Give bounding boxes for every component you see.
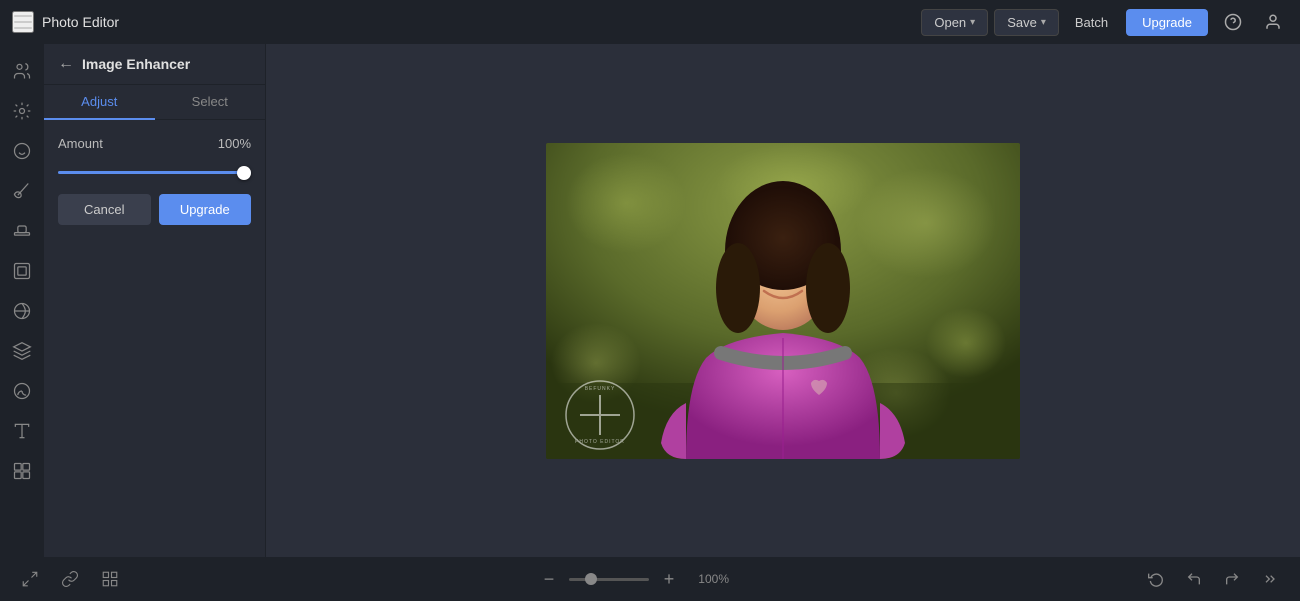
sidebar-icon-effects[interactable] xyxy=(5,94,39,128)
bottombar-left xyxy=(16,565,124,593)
sidebar-icon-more[interactable] xyxy=(5,454,39,488)
amount-label: Amount xyxy=(58,136,103,151)
link-icon[interactable] xyxy=(56,565,84,593)
canvas-image-wrapper: BEFUNKY PHOTO EDITOR xyxy=(546,143,1020,459)
topbar-left: Photo Editor xyxy=(12,11,913,33)
panel-title: Image Enhancer xyxy=(82,56,190,72)
panel-body: Amount 100% Cancel Upgrade xyxy=(44,120,265,557)
sidebar-icon-text[interactable] xyxy=(5,414,39,448)
sidebar-icon-frames[interactable] xyxy=(5,254,39,288)
open-button[interactable]: Open ▾ xyxy=(921,9,988,36)
topbar-center: Open ▾ Save ▾ Batch xyxy=(921,9,1118,36)
zoom-out-button[interactable]: − xyxy=(537,567,561,591)
sidebar-icon-people[interactable] xyxy=(5,54,39,88)
svg-text:PHOTO EDITOR: PHOTO EDITOR xyxy=(575,439,625,445)
open-chevron-icon: ▾ xyxy=(970,17,975,28)
amount-slider[interactable] xyxy=(58,171,251,174)
canvas-image: BEFUNKY PHOTO EDITOR xyxy=(546,143,1020,459)
menu-button[interactable] xyxy=(12,11,34,33)
icon-sidebar xyxy=(0,44,44,557)
panel-header: ← Image Enhancer xyxy=(44,44,265,85)
grid-icon[interactable] xyxy=(96,565,124,593)
user-button[interactable] xyxy=(1258,7,1288,37)
zoom-in-button[interactable]: + xyxy=(657,567,681,591)
sidebar-icon-stickers[interactable] xyxy=(5,374,39,408)
help-button[interactable] xyxy=(1218,7,1248,37)
sidebar-icon-overlays[interactable] xyxy=(5,294,39,328)
topbar-right: Upgrade xyxy=(1126,7,1288,37)
batch-button[interactable]: Batch xyxy=(1065,10,1118,35)
topbar: Photo Editor Open ▾ Save ▾ Batch Upgrade xyxy=(0,0,1300,44)
bottombar-center: − + 100% xyxy=(537,567,729,591)
save-chevron-icon: ▾ xyxy=(1041,17,1046,28)
forward-button[interactable] xyxy=(1256,565,1284,593)
panel-tabs: Adjust Select xyxy=(44,85,265,120)
bottombar: − + 100% xyxy=(0,557,1300,601)
canvas-area: BEFUNKY PHOTO EDITOR xyxy=(266,44,1300,557)
amount-value: 100% xyxy=(218,136,251,151)
zoom-slider[interactable] xyxy=(569,578,649,581)
tab-adjust[interactable]: Adjust xyxy=(44,85,155,120)
cancel-button[interactable]: Cancel xyxy=(58,194,151,225)
main-area: ← Image Enhancer Adjust Select Amount 10… xyxy=(0,44,1300,557)
refresh-button[interactable] xyxy=(1142,565,1170,593)
back-button[interactable]: ← xyxy=(58,56,74,72)
save-button[interactable]: Save ▾ xyxy=(994,9,1059,36)
app-title: Photo Editor xyxy=(42,14,119,30)
amount-row: Amount 100% xyxy=(58,136,251,151)
zoom-value: 100% xyxy=(689,572,729,586)
panel-actions: Cancel Upgrade xyxy=(58,194,251,225)
upgrade-button[interactable]: Upgrade xyxy=(1126,9,1208,36)
sidebar-icon-stamp[interactable] xyxy=(5,214,39,248)
redo-button[interactable] xyxy=(1218,565,1246,593)
fullscreen-icon[interactable] xyxy=(16,565,44,593)
tab-select[interactable]: Select xyxy=(155,85,266,120)
svg-text:BEFUNKY: BEFUNKY xyxy=(585,386,616,392)
panel: ← Image Enhancer Adjust Select Amount 10… xyxy=(44,44,266,557)
sidebar-icon-layers[interactable] xyxy=(5,334,39,368)
undo-button[interactable] xyxy=(1180,565,1208,593)
upgrade-panel-button[interactable]: Upgrade xyxy=(159,194,252,225)
bottombar-right xyxy=(1142,565,1284,593)
sidebar-icon-brush[interactable] xyxy=(5,174,39,208)
sidebar-icon-face[interactable] xyxy=(5,134,39,168)
